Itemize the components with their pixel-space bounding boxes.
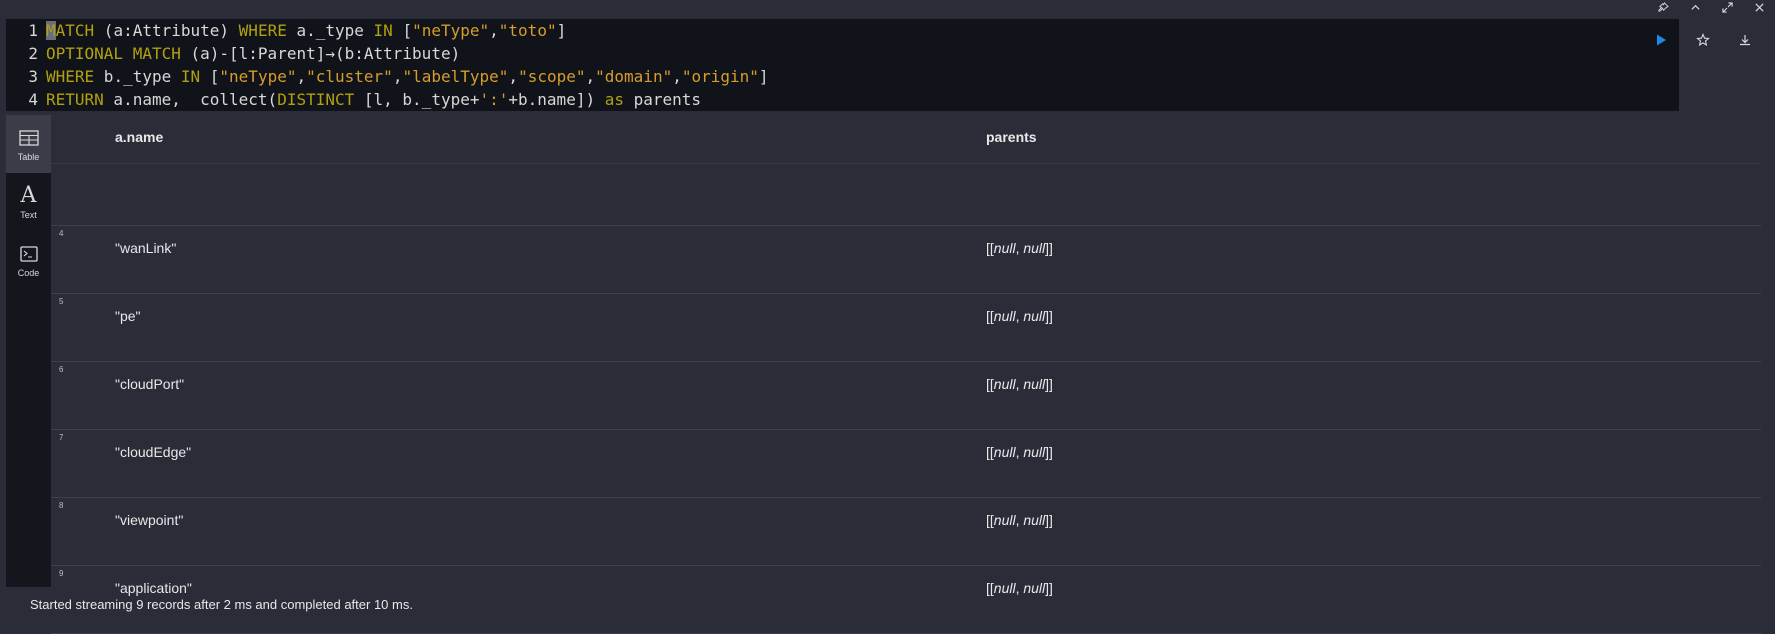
tab-label: Text bbox=[20, 209, 37, 220]
tab-code[interactable]: Code bbox=[6, 231, 51, 289]
table-row: 8 "viewpoint" [[null, null]] bbox=[51, 498, 1761, 566]
line-number: 1 bbox=[28, 21, 38, 40]
table-row: 6 "cloudPort" [[null, null]] bbox=[51, 362, 1761, 430]
star-icon bbox=[1696, 33, 1710, 47]
code-icon bbox=[19, 245, 38, 262]
editor-actions bbox=[1640, 30, 1766, 50]
code-line: 2 OPTIONAL MATCH (a)-[l:Parent]→(b:Attri… bbox=[6, 42, 1679, 65]
table-row: 5 "pe" [[null, null]] bbox=[51, 294, 1761, 362]
cell-name: "viewpoint" bbox=[115, 512, 184, 528]
cell-name: "pe" bbox=[115, 308, 141, 324]
cell-name: "application" bbox=[115, 580, 192, 596]
table-row-partial bbox=[51, 212, 1761, 226]
tab-text[interactable]: A Text bbox=[6, 173, 51, 231]
query-editor[interactable]: 1 MATCH (a:Attribute) WHERE a._type IN [… bbox=[6, 19, 1679, 111]
cell-name: "wanLink" bbox=[115, 240, 177, 256]
line-number: 2 bbox=[28, 44, 38, 63]
cell-parents: [[null, null]] bbox=[986, 444, 1053, 460]
close-button[interactable] bbox=[1743, 0, 1775, 14]
column-header-name[interactable]: a.name bbox=[115, 129, 163, 145]
tab-label: Code bbox=[17, 267, 40, 278]
collapse-button[interactable] bbox=[1679, 0, 1711, 14]
code-line: 4 RETURN a.name, collect(DISTINCT [l, b.… bbox=[6, 88, 1679, 111]
row-number: 6 bbox=[59, 365, 64, 374]
row-number: 8 bbox=[59, 501, 64, 510]
cell-name: "cloudEdge" bbox=[115, 444, 192, 460]
tab-label: Table bbox=[17, 151, 40, 162]
download-button[interactable] bbox=[1724, 30, 1766, 50]
text-icon: A bbox=[20, 182, 37, 208]
code-line: 1 MATCH (a:Attribute) WHERE a._type IN [… bbox=[6, 19, 1679, 42]
cell-parents: [[null, null]] bbox=[986, 240, 1053, 256]
pin-button[interactable] bbox=[1647, 0, 1679, 14]
expand-icon bbox=[1721, 1, 1733, 13]
cell-name: "cloudPort" bbox=[115, 376, 185, 392]
favorite-button[interactable] bbox=[1682, 30, 1724, 50]
fullscreen-button[interactable] bbox=[1711, 0, 1743, 14]
table-header: a.name parents bbox=[51, 115, 1761, 164]
cell-parents: [[null, null]] bbox=[986, 580, 1053, 596]
table-row: 4 "wanLink" [[null, null]] bbox=[51, 226, 1761, 294]
cell-parents: [[null, null]] bbox=[986, 376, 1053, 392]
play-icon bbox=[1657, 34, 1666, 46]
table-icon bbox=[18, 129, 39, 146]
line-number: 3 bbox=[28, 67, 38, 86]
row-number: 9 bbox=[59, 569, 64, 578]
chevron-up-icon bbox=[1690, 4, 1700, 10]
cell-parents: [[null, null]] bbox=[986, 308, 1053, 324]
line-number: 4 bbox=[28, 90, 38, 109]
status-message: Started streaming 9 records after 2 ms a… bbox=[30, 597, 413, 612]
run-button[interactable] bbox=[1640, 30, 1682, 50]
close-icon bbox=[1754, 2, 1764, 12]
row-number: 5 bbox=[59, 297, 64, 306]
cell-parents: [[null, null]] bbox=[986, 512, 1053, 528]
result-table: a.name parents 4 "wanLink" [[null, null]… bbox=[51, 115, 1761, 634]
download-icon bbox=[1740, 35, 1750, 46]
pin-icon bbox=[1657, 1, 1669, 12]
tab-table[interactable]: Table bbox=[6, 115, 51, 173]
column-header-parents[interactable]: parents bbox=[986, 129, 1037, 145]
code-line: 3 WHERE b._type IN ["neType","cluster","… bbox=[6, 65, 1679, 88]
result-view-tabs: Table A Text Code bbox=[6, 115, 51, 587]
table-row: 7 "cloudEdge" [[null, null]] bbox=[51, 430, 1761, 498]
row-number: 7 bbox=[59, 433, 64, 442]
window-controls bbox=[1647, 0, 1775, 14]
row-number: 4 bbox=[59, 229, 64, 238]
